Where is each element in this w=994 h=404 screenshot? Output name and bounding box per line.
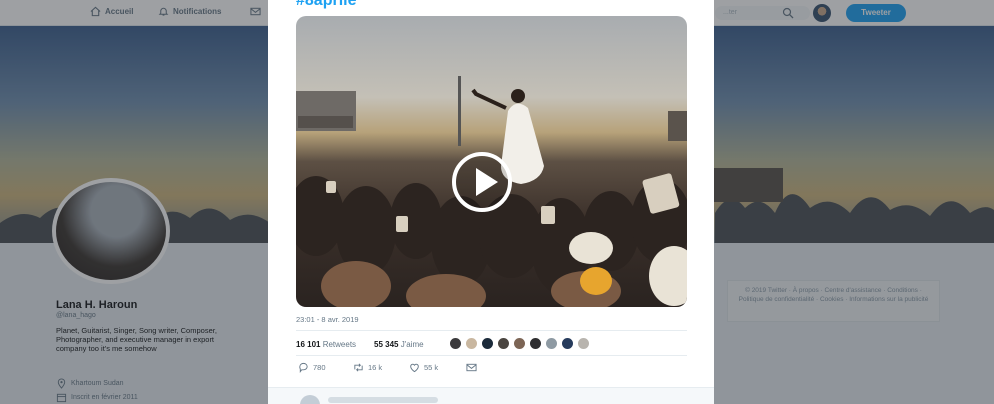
liker-avatar[interactable] [449,337,462,350]
retweet-button[interactable]: 16 k [353,362,382,373]
liker-avatar[interactable] [577,337,590,350]
liker-avatar[interactable] [561,337,574,350]
retweet-count: 16 k [368,363,383,372]
direct-message-button[interactable] [466,362,477,373]
tweet-timestamp[interactable]: 23:01 - 8 avr. 2019 [296,315,359,324]
likes-stat[interactable]: 55 345 J'aime [374,340,424,349]
likes-label: J'aime [400,340,424,349]
like-button[interactable]: 55 k [409,362,438,373]
like-count: 55 k [424,363,439,372]
reply-count: 780 [313,363,326,372]
retweets-stat[interactable]: 16 101 Retweets [296,340,356,349]
liker-avatar[interactable] [513,337,526,350]
reply-icon [299,362,308,373]
video-play-button[interactable] [452,152,512,212]
retweet-icon [354,363,363,372]
retweets-count: 16 101 [296,340,321,349]
liker-avatar[interactable] [465,337,478,350]
tweet-hashtag[interactable]: #8aprile [296,0,356,10]
tweet-actions: 780 16 k 55 k [296,362,687,376]
liker-avatars [449,337,590,350]
heart-icon [410,363,419,373]
liker-avatar[interactable] [481,337,494,350]
likes-count: 55 345 [374,340,399,349]
tweet-stats: 16 101 Retweets 55 345 J'aime [296,330,687,356]
envelope-icon [466,363,477,372]
liker-avatar[interactable] [529,337,542,350]
liker-avatar[interactable] [497,337,510,350]
retweets-label: Retweets [322,340,357,349]
reply-placeholder-text [328,397,438,403]
reply-button[interactable]: 780 [298,362,326,373]
liker-avatar[interactable] [545,337,558,350]
